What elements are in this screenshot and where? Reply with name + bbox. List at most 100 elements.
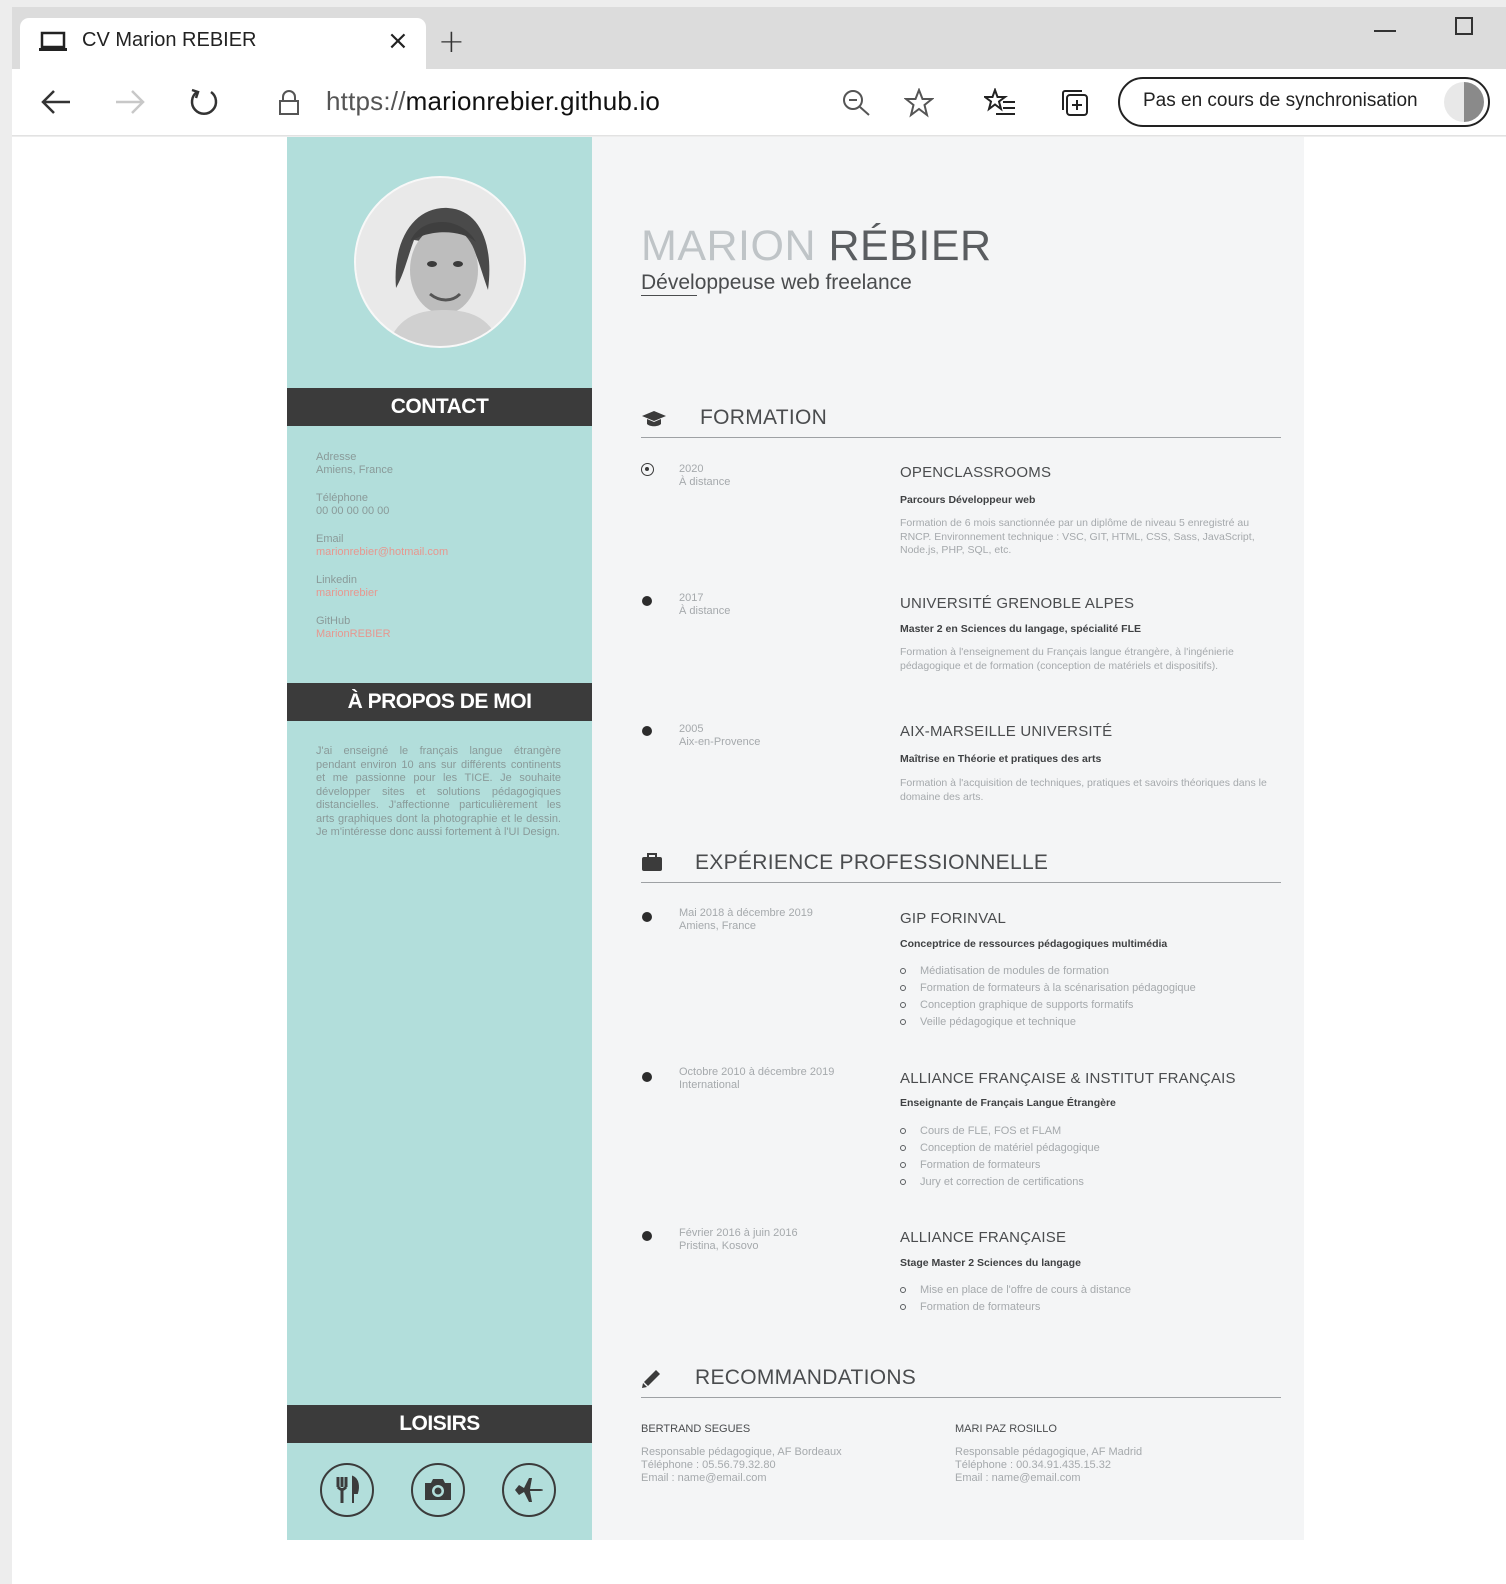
contact-address-label: Adresse <box>316 451 357 463</box>
tab-close-icon[interactable]: × <box>387 26 409 56</box>
experience-3-date: Février 2016 à juin 2016 <box>679 1227 798 1239</box>
experience-2-company: ALLIANCE FRANÇAISE & INSTITUT FRANÇAIS <box>900 1070 1236 1087</box>
cv-subtitle: Développeuse web freelance <box>641 271 912 294</box>
formation-1-year: 2020 <box>679 463 704 475</box>
hobbies-heading: LOISIRS <box>287 1405 592 1443</box>
timeline-marker <box>642 1231 652 1241</box>
formation-2-school: UNIVERSITÉ GRENOBLE ALPES <box>900 595 1135 612</box>
url-text[interactable]: https://marionrebier.github.io <box>326 86 660 117</box>
rec-2-role: Responsable pédagogique, AF Madrid <box>955 1446 1143 1458</box>
timeline-marker <box>642 912 652 922</box>
formation-1-place: À distance <box>679 476 731 488</box>
list-item: Médiatisation de modules de formation <box>900 963 1196 980</box>
timeline-marker <box>642 1072 652 1082</box>
experience-2-tasks: Cours de FLE, FOS et FLAM Conception de … <box>900 1123 1100 1191</box>
contact-github-link[interactable]: MarionREBIER <box>316 628 391 641</box>
formation-2-degree: Master 2 en Sciences du langage, spécial… <box>900 623 1142 635</box>
lock-icon <box>279 90 299 115</box>
recommandations-title: RECOMMANDATIONS <box>695 1366 917 1389</box>
rec-1-email: Email : name@email.com <box>641 1472 767 1484</box>
recommandations-divider <box>641 1397 1281 1398</box>
timeline-marker <box>642 596 652 606</box>
new-tab-button[interactable]: + <box>438 22 465 60</box>
experience-1-place: Amiens, France <box>679 920 757 932</box>
contact-phone-label: Téléphone <box>316 492 368 504</box>
rec-1-phone: Téléphone : 05.56.79.32.80 <box>641 1459 776 1471</box>
favorites-list-icon[interactable] <box>984 88 1016 118</box>
back-icon[interactable] <box>40 88 72 116</box>
experience-3-tasks: Mise en place de l'offre de cours à dist… <box>900 1282 1131 1316</box>
list-item: Veille pédagogique et technique <box>900 1014 1196 1031</box>
cv-main <box>592 137 1304 1540</box>
list-item: Formation de formateurs à la scénarisati… <box>900 980 1196 997</box>
timeline-marker <box>642 726 652 736</box>
experience-1-company: GIP FORINVAL <box>900 910 1007 927</box>
experience-2-role: Enseignante de Français Langue Étrangère <box>900 1097 1116 1109</box>
timeline-marker-current <box>641 463 654 476</box>
minimize-icon[interactable] <box>1374 30 1396 32</box>
briefcase-icon <box>642 853 662 871</box>
about-heading: À PROPOS DE MOI <box>287 683 592 721</box>
contact-linkedin-link[interactable]: marionrebier <box>316 587 378 600</box>
list-item: Conception graphique de supports formati… <box>900 997 1196 1014</box>
forward-icon[interactable] <box>114 88 146 116</box>
cv-name: MARION RÉBIER <box>641 222 992 270</box>
experience-divider <box>641 882 1281 883</box>
formation-divider <box>641 437 1281 438</box>
formation-2-desc: Formation à l'enseignement du Français l… <box>900 646 1234 672</box>
about-text: J'ai enseigné le français langue étrangè… <box>316 745 561 838</box>
rec-2-email: Email : name@email.com <box>955 1472 1081 1484</box>
refresh-icon[interactable] <box>188 86 220 118</box>
experience-3-company: ALLIANCE FRANÇAISE <box>900 1229 1067 1246</box>
formation-1-degree: Parcours Développeur web <box>900 494 1036 506</box>
list-item: Mise en place de l'offre de cours à dist… <box>900 1282 1131 1299</box>
formation-2-year: 2017 <box>679 592 704 604</box>
sync-label: Pas en cours de synchronisation <box>1143 90 1418 111</box>
cutlery-icon <box>320 1463 374 1517</box>
favorite-star-icon[interactable] <box>904 88 934 118</box>
rec-1-role: Responsable pédagogique, AF Bordeaux <box>641 1446 842 1458</box>
zoom-icon[interactable] <box>842 89 872 117</box>
rec-2-name: MARI PAZ ROSILLO <box>955 1423 1057 1435</box>
formation-1-school: OPENCLASSROOMS <box>900 464 1052 481</box>
contact-email-label: Email <box>316 533 344 545</box>
formation-3-place: Aix-en-Provence <box>679 736 761 748</box>
experience-1-tasks: Médiatisation de modules de formation Fo… <box>900 963 1196 1031</box>
formation-title: FORMATION <box>700 406 828 429</box>
collections-icon[interactable] <box>1060 88 1090 118</box>
formation-2-place: À distance <box>679 605 731 617</box>
contact-linkedin-label: Linkedin <box>316 574 357 586</box>
experience-3-role: Stage Master 2 Sciences du langage <box>900 1257 1081 1269</box>
list-item: Formation de formateurs <box>900 1157 1100 1174</box>
contact-address-value: Amiens, France <box>316 464 394 476</box>
list-item: Cours de FLE, FOS et FLAM <box>900 1123 1100 1140</box>
experience-2-date: Octobre 2010 à décembre 2019 <box>679 1066 835 1078</box>
graduation-cap-icon <box>642 411 666 427</box>
contact-heading: CONTACT <box>287 388 592 426</box>
formation-3-desc: Formation à l'acquisition de techniques,… <box>900 777 1267 803</box>
contact-email-link[interactable]: marionrebier@hotmail.com <box>316 546 448 559</box>
subtitle-underline <box>641 295 697 296</box>
maximize-icon[interactable] <box>1455 17 1473 35</box>
contact-phone-value: 00 00 00 00 00 <box>316 505 390 517</box>
profile-photo <box>354 176 526 348</box>
contact-github-label: GitHub <box>316 615 351 627</box>
laptop-icon <box>39 31 67 51</box>
tab-title: CV Marion REBIER <box>82 29 257 51</box>
experience-2-place: International <box>679 1079 740 1091</box>
experience-title: EXPÉRIENCE PROFESSIONNELLE <box>695 851 1049 874</box>
list-item: Conception de matériel pédagogique <box>900 1140 1100 1157</box>
experience-1-role: Conceptrice de ressources pédagogiques m… <box>900 938 1168 950</box>
experience-1-date: Mai 2018 à décembre 2019 <box>679 907 813 919</box>
rec-1-name: BERTRAND SEGUES <box>641 1423 751 1435</box>
profile-avatar-icon[interactable] <box>1444 82 1484 122</box>
formation-3-degree: Maîtrise en Théorie et pratiques des art… <box>900 753 1102 765</box>
pencil-icon <box>642 1370 660 1388</box>
list-item: Formation de formateurs <box>900 1299 1131 1316</box>
list-item: Jury et correction de certifications <box>900 1174 1100 1191</box>
rec-2-phone: Téléphone : 00.34.91.435.15.32 <box>955 1459 1111 1471</box>
formation-3-year: 2005 <box>679 723 704 735</box>
experience-3-place: Pristina, Kosovo <box>679 1240 759 1252</box>
formation-3-school: AIX-MARSEILLE UNIVERSITÉ <box>900 723 1113 740</box>
formation-1-desc: Formation de 6 mois sanctionnée par un d… <box>900 517 1255 556</box>
